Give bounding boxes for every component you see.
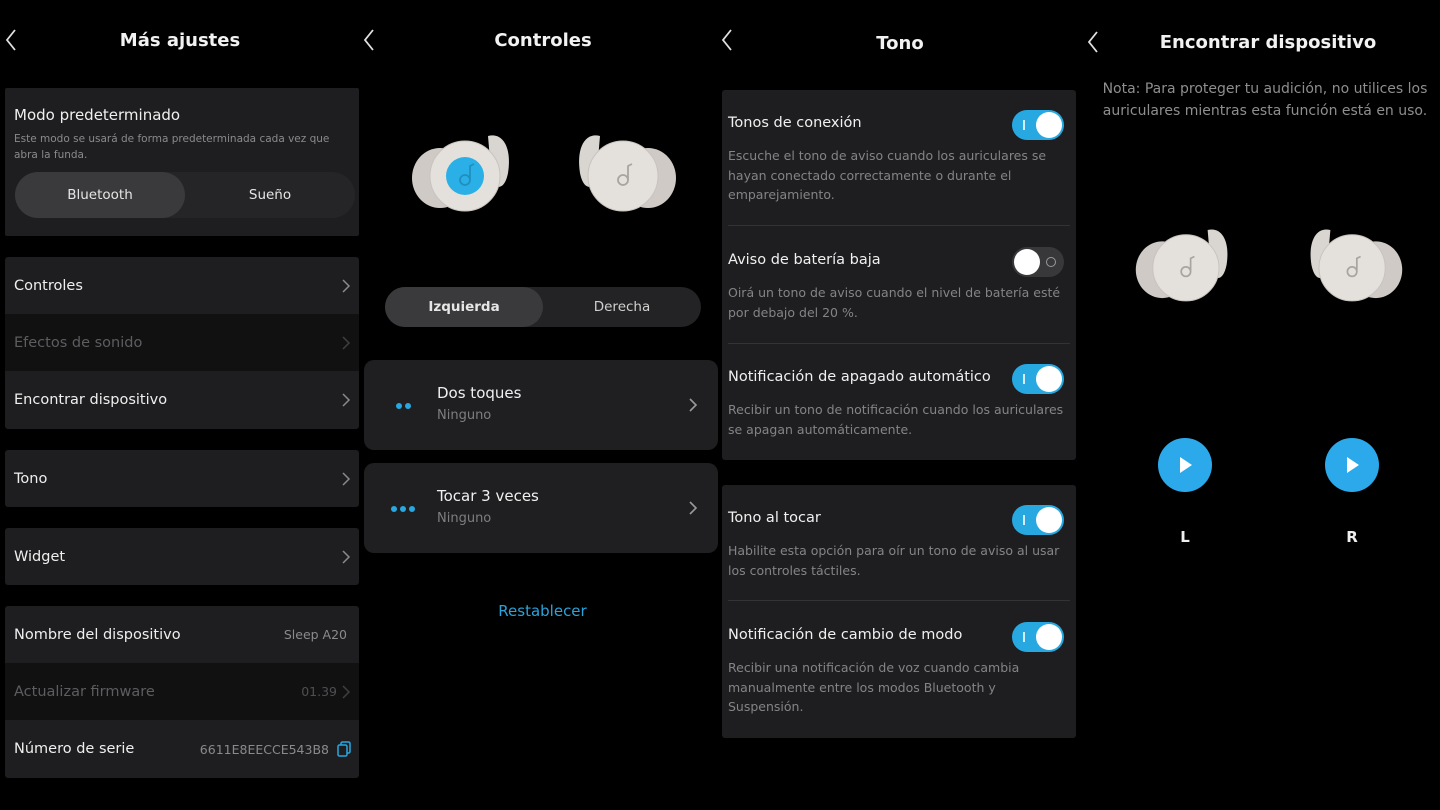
setting-title: Notificación de cambio de modo bbox=[728, 627, 963, 643]
default-mode-card: Modo predeterminado Este modo se usará d… bbox=[5, 88, 359, 236]
setting-description: Recibir un tono de notificación cuando l… bbox=[728, 402, 1064, 437]
setting-title: Notificación de apagado automático bbox=[728, 369, 991, 385]
setting-description: Habilite esta opción para oír un tono de… bbox=[728, 543, 1060, 578]
gesture-title: Tocar 3 veces bbox=[437, 487, 539, 505]
copy-icon[interactable] bbox=[337, 741, 351, 757]
tone-group-1: Tonos de conexión Escuche el tono de avi… bbox=[722, 90, 1076, 460]
setting-title: Tonos de conexión bbox=[728, 115, 862, 131]
setting-description: Escuche el tono de aviso cuando los auri… bbox=[728, 148, 1047, 202]
row-label: Efectos de sonido bbox=[14, 334, 143, 351]
page-title: Más ajustes bbox=[119, 30, 241, 51]
right-label: R bbox=[1346, 528, 1358, 546]
chevron-right-icon bbox=[342, 278, 351, 293]
screen-tono: Tono Tonos de conexión Escuche el tono d… bbox=[720, 0, 1080, 810]
page-title: Controles bbox=[494, 30, 592, 51]
left-earbud-image bbox=[1132, 222, 1236, 308]
triple-tap-icon bbox=[391, 506, 415, 512]
row-label: Encontrar dispositivo bbox=[14, 392, 168, 408]
row-label: Actualizar firmware bbox=[14, 683, 155, 700]
chevron-right-icon bbox=[689, 398, 698, 412]
hearing-warning-note: Nota: Para proteger tu audición, no util… bbox=[1102, 81, 1428, 119]
play-icon bbox=[1347, 457, 1359, 473]
mode-option-sleep[interactable]: Sueño bbox=[185, 172, 355, 218]
row-label: Controles bbox=[14, 277, 83, 294]
chevron-right-icon bbox=[342, 335, 351, 350]
setting-description: Oirá un tono de aviso cuando el nivel de… bbox=[728, 285, 1061, 320]
reset-button[interactable]: Restablecer bbox=[360, 602, 725, 620]
chevron-right-icon bbox=[342, 471, 351, 486]
settings-row-nombre-del-dispositivo[interactable]: Nombre del dispositivo Sleep A20 bbox=[5, 606, 359, 663]
setting-description: Recibir una notificación de voz cuando c… bbox=[728, 660, 1020, 714]
firmware-version-value: 01.39 bbox=[301, 684, 337, 699]
default-mode-description: Este modo se usará de forma predetermina… bbox=[14, 133, 330, 161]
left-earbud-image[interactable] bbox=[408, 128, 518, 218]
gesture-value: Ninguno bbox=[437, 408, 492, 423]
settings-row-actualizar-firmware[interactable]: Actualizar firmware 01.39 bbox=[5, 663, 359, 720]
divider bbox=[728, 600, 1070, 601]
mode-option-bluetooth[interactable]: Bluetooth bbox=[15, 172, 185, 218]
screen-mas-ajustes: Más ajustes Modo predeterminado Este mod… bbox=[0, 0, 360, 810]
chevron-right-icon bbox=[342, 684, 351, 699]
chevron-right-icon bbox=[342, 549, 351, 564]
gesture-title: Dos toques bbox=[437, 384, 522, 402]
gesture-double-tap[interactable]: Dos toques Ninguno bbox=[364, 360, 718, 450]
side-option-right[interactable]: Derecha bbox=[543, 287, 701, 327]
right-earbud-image[interactable] bbox=[570, 128, 680, 218]
double-tap-icon bbox=[396, 403, 411, 409]
row-label: Nombre del dispositivo bbox=[14, 626, 181, 643]
row-label: Tono bbox=[14, 470, 48, 487]
settings-row-tono[interactable]: Tono bbox=[5, 450, 359, 507]
side-option-left[interactable]: Izquierda bbox=[385, 287, 543, 327]
default-mode-title: Modo predeterminado bbox=[14, 106, 181, 124]
gesture-triple-tap[interactable]: Tocar 3 veces Ninguno bbox=[364, 463, 718, 553]
toggle-tonos-de-conexion[interactable] bbox=[1012, 110, 1064, 140]
toggle-cambio-de-modo[interactable] bbox=[1012, 622, 1064, 652]
row-label: Número de serie bbox=[14, 741, 135, 757]
divider bbox=[728, 225, 1070, 226]
divider bbox=[728, 343, 1070, 344]
toggle-notificacion-apagado[interactable] bbox=[1012, 364, 1064, 394]
settings-row-encontrar-dispositivo[interactable]: Encontrar dispositivo bbox=[5, 371, 359, 429]
left-label: L bbox=[1180, 528, 1190, 546]
page-title: Tono bbox=[876, 33, 924, 54]
right-earbud-image bbox=[1302, 222, 1406, 308]
toggle-aviso-de-bateria-baja[interactable] bbox=[1012, 247, 1064, 277]
device-name-value: Sleep A20 bbox=[283, 627, 347, 642]
page-title: Encontrar dispositivo bbox=[1159, 32, 1377, 53]
settings-row-efectos-de-sonido[interactable]: Efectos de sonido bbox=[5, 314, 359, 371]
setting-title: Aviso de batería baja bbox=[728, 252, 881, 268]
settings-row-numero-de-serie: Número de serie 6611E8EECCE543B8 bbox=[5, 720, 359, 778]
mode-segmented-control: Bluetooth Sueño bbox=[15, 172, 355, 218]
toggle-tono-al-tocar[interactable] bbox=[1012, 505, 1064, 535]
play-left-button[interactable] bbox=[1158, 438, 1212, 492]
play-right-button[interactable] bbox=[1325, 438, 1379, 492]
serial-number-value: 6611E8EECCE543B8 bbox=[199, 741, 329, 757]
side-segmented-control: Izquierda Derecha bbox=[385, 287, 701, 327]
settings-row-controles[interactable]: Controles bbox=[5, 257, 359, 314]
settings-row-widget[interactable]: Widget bbox=[5, 528, 359, 585]
tone-group-2: Tono al tocar Habilite esta opción para … bbox=[722, 485, 1076, 738]
screen-controles: Controles Izquierda Derecha Dos toques N… bbox=[360, 0, 720, 810]
gesture-value: Ninguno bbox=[437, 511, 492, 526]
chevron-right-icon bbox=[342, 393, 351, 407]
setting-title: Tono al tocar bbox=[728, 510, 821, 526]
row-label: Widget bbox=[14, 548, 66, 565]
play-icon bbox=[1180, 457, 1192, 473]
chevron-right-icon bbox=[689, 501, 698, 515]
screen-encontrar-dispositivo: Encontrar dispositivo Nota: Para protege… bbox=[1080, 0, 1440, 810]
